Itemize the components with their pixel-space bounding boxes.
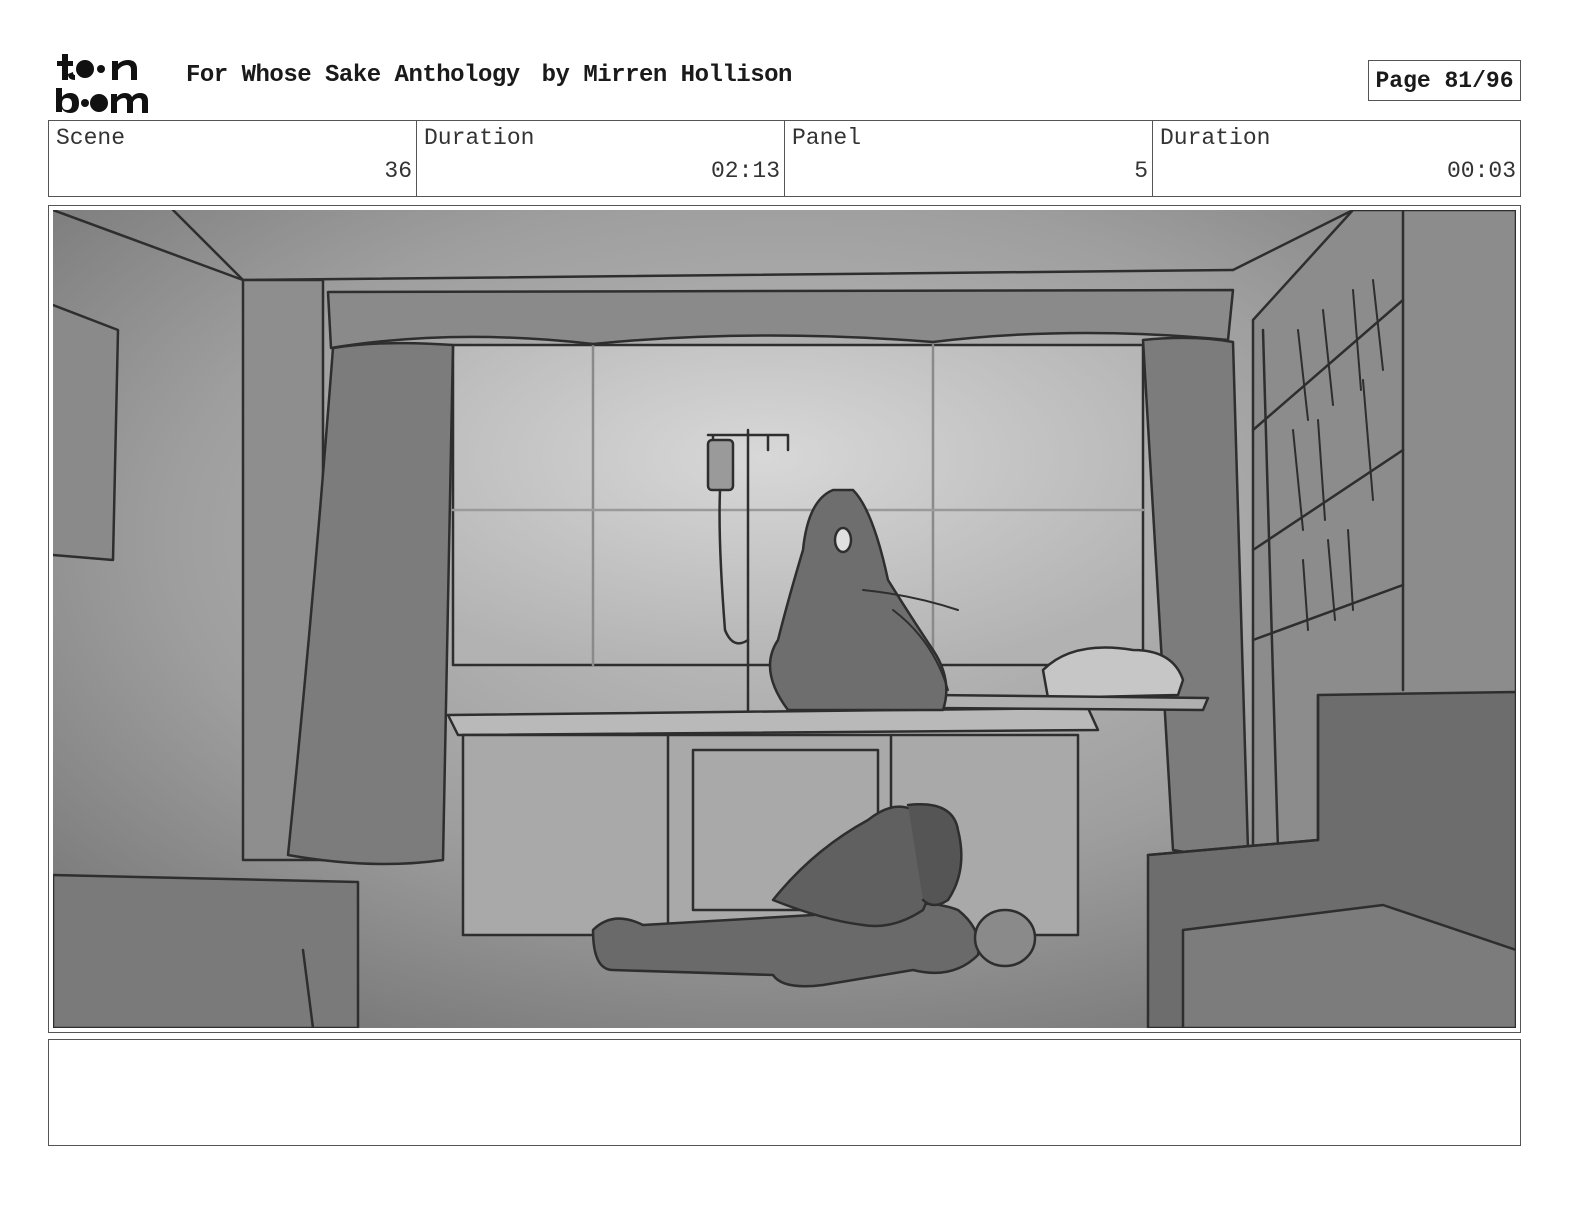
scene-label: Scene: [56, 125, 126, 151]
panel-value: 5: [1134, 158, 1148, 184]
panel-duration-value: 00:03: [1446, 158, 1516, 184]
scene-duration-value: 02:13: [710, 158, 780, 184]
panel-drawing: [53, 210, 1516, 1028]
scene-value: 36: [384, 158, 412, 184]
page-indicator: Page 81/96: [1368, 60, 1521, 101]
panel-cell: Panel 5: [785, 121, 1153, 196]
panel-duration-cell: Duration 00:03: [1153, 121, 1520, 196]
panel-duration-label: Duration: [1160, 125, 1271, 151]
storyboard-panel: [48, 205, 1521, 1033]
document-title: For Whose Sake Anthology by Mirren Hollis…: [186, 62, 792, 89]
panel-notes-box: [48, 1039, 1521, 1146]
scene-duration-cell: Duration 02:13: [417, 121, 785, 196]
anthology-title: For Whose Sake Anthology: [186, 62, 520, 89]
panel-info-row: Scene 36 Duration 02:13 Panel 5 Duration…: [48, 120, 1521, 197]
toon-boom-logo: [56, 54, 148, 113]
scene-cell: Scene 36: [49, 121, 417, 196]
author-name: by Mirren Hollison: [541, 62, 793, 89]
panel-label: Panel: [792, 125, 862, 151]
scene-duration-label: Duration: [424, 125, 535, 151]
page-label: Page 81/96: [1375, 67, 1514, 94]
